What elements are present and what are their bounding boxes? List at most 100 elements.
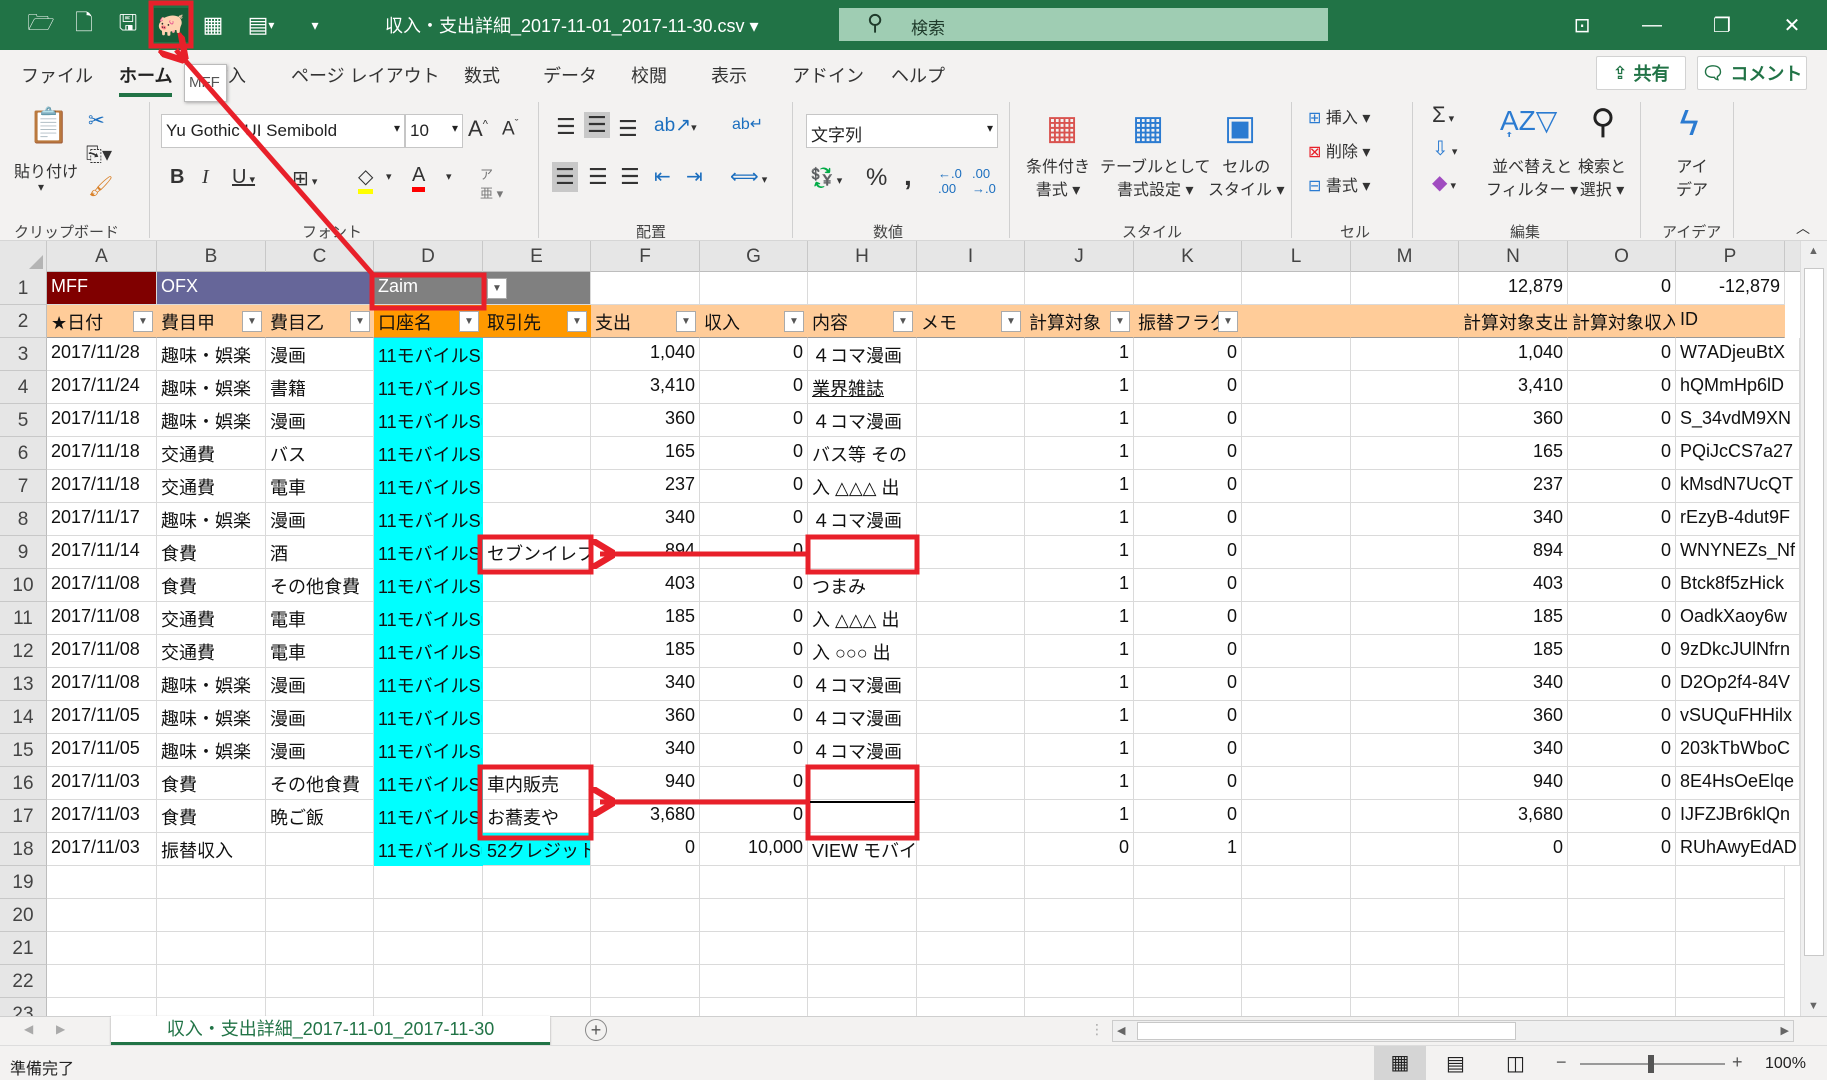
cell[interactable] xyxy=(1134,965,1242,998)
copy-icon[interactable]: ⎘▾ xyxy=(86,142,112,167)
scroll-right-icon[interactable]: ▶ xyxy=(1781,1024,1789,1037)
cell-L18[interactable] xyxy=(1242,833,1351,866)
cell-F17[interactable]: 3,680 xyxy=(591,800,700,833)
cell-K12[interactable]: 0 xyxy=(1134,635,1242,668)
cell[interactable] xyxy=(1351,965,1459,998)
cell[interactable] xyxy=(1351,899,1459,932)
cell-G17[interactable]: 0 xyxy=(700,800,808,833)
column-header-K[interactable]: K xyxy=(1134,241,1242,272)
cell[interactable] xyxy=(591,998,700,1016)
insert-cells-button[interactable]: ⊞ 挿入 ▾ xyxy=(1308,104,1370,128)
cell-K13[interactable]: 0 xyxy=(1134,668,1242,701)
cell-N8[interactable]: 340 xyxy=(1459,503,1568,536)
increase-indent-icon[interactable]: ⇥ xyxy=(686,164,703,189)
cell-P4[interactable]: hQMmHp6lD xyxy=(1676,371,1800,404)
header-N[interactable]: 計算対象支出 xyxy=(1459,305,1568,338)
cell[interactable] xyxy=(1134,866,1242,899)
filter-dropdown-button-D[interactable]: ▼ xyxy=(459,311,479,332)
cell-M9[interactable] xyxy=(1351,536,1459,569)
cell-I18[interactable] xyxy=(917,833,1025,866)
cell-O3[interactable]: 0 xyxy=(1568,338,1676,371)
cell-J10[interactable]: 1 xyxy=(1025,569,1134,602)
cell-G4[interactable]: 0 xyxy=(700,371,808,404)
zoom-slider-thumb[interactable] xyxy=(1648,1055,1654,1073)
cell-I3[interactable] xyxy=(917,338,1025,371)
cell[interactable] xyxy=(1242,965,1351,998)
row-header-21[interactable]: 21 xyxy=(0,932,47,965)
cell-N6[interactable]: 165 xyxy=(1459,437,1568,470)
cell-P8[interactable]: rEzyB-4dut9F xyxy=(1676,503,1800,536)
column-header-L[interactable]: L xyxy=(1242,241,1351,272)
cell-M12[interactable] xyxy=(1351,635,1459,668)
cell-P1[interactable]: -12,879 xyxy=(1676,272,1785,305)
cell-B5[interactable]: 趣味・娯楽 xyxy=(157,404,266,437)
cell-E3[interactable] xyxy=(483,338,591,371)
ideas-icon[interactable]: ϟ xyxy=(1666,102,1712,144)
cell-O14[interactable]: 0 xyxy=(1568,701,1676,734)
cell[interactable] xyxy=(1351,998,1459,1016)
conditional-format-button[interactable]: 条件付き 書式 ▾ xyxy=(1026,156,1090,202)
cell[interactable] xyxy=(700,965,808,998)
cell[interactable] xyxy=(700,866,808,899)
column-header-J[interactable]: J xyxy=(1025,241,1134,272)
cell-G3[interactable]: 0 xyxy=(700,338,808,371)
cell-H17[interactable] xyxy=(808,800,917,833)
cell-A18[interactable]: 2017/11/03 xyxy=(47,833,157,866)
cell-J4[interactable]: 1 xyxy=(1025,371,1134,404)
cell-O12[interactable]: 0 xyxy=(1568,635,1676,668)
cell-L13[interactable] xyxy=(1242,668,1351,701)
cell-A15[interactable]: 2017/11/05 xyxy=(47,734,157,767)
cell-N15[interactable]: 340 xyxy=(1459,734,1568,767)
cell-G6[interactable]: 0 xyxy=(700,437,808,470)
filter-dropdown-button-E1[interactable]: ▼ xyxy=(487,278,507,299)
cell[interactable] xyxy=(1242,932,1351,965)
cell-H4[interactable]: 業界雑誌 xyxy=(808,371,917,404)
paste-dropdown-icon[interactable]: ▾ xyxy=(38,180,44,194)
cell-E5[interactable] xyxy=(483,404,591,437)
cell-E12[interactable] xyxy=(483,635,591,668)
minimize-icon[interactable]: — xyxy=(1632,8,1672,42)
row-header-14[interactable]: 14 xyxy=(0,701,47,734)
row-header-8[interactable]: 8 xyxy=(0,503,47,536)
cell-K4[interactable]: 0 xyxy=(1134,371,1242,404)
cell-styles-button[interactable]: セルの スタイル ▾ xyxy=(1208,156,1285,202)
cell-P15[interactable]: 203kTbWboC xyxy=(1676,734,1800,767)
cell-K9[interactable]: 0 xyxy=(1134,536,1242,569)
cell[interactable] xyxy=(700,899,808,932)
cell-B8[interactable]: 趣味・娯楽 xyxy=(157,503,266,536)
conditional-format-icon[interactable]: ▦ xyxy=(1038,108,1086,148)
delete-cells-button[interactable]: ⊠ 削除 ▾ xyxy=(1308,138,1370,162)
column-header-A[interactable]: A xyxy=(47,241,157,272)
format-as-table-icon[interactable]: ▦ xyxy=(1124,108,1172,148)
cell[interactable] xyxy=(1351,866,1459,899)
cell-J5[interactable]: 1 xyxy=(1025,404,1134,437)
cell-D9[interactable]: 11モバイルSu xyxy=(374,536,483,569)
cell[interactable] xyxy=(1025,998,1134,1016)
cell-styles-icon[interactable]: ▣ xyxy=(1216,108,1264,148)
cell-P9[interactable]: WNYNEZs_Nf xyxy=(1676,536,1800,569)
horizontal-scroll-thumb[interactable] xyxy=(1137,1022,1516,1040)
cell[interactable] xyxy=(808,866,917,899)
zoom-level[interactable]: 100% xyxy=(1765,1055,1806,1073)
cell-P10[interactable]: Btck8f5zHick xyxy=(1676,569,1800,602)
cell-M15[interactable] xyxy=(1351,734,1459,767)
cell-J8[interactable]: 1 xyxy=(1025,503,1134,536)
cell[interactable] xyxy=(1025,899,1134,932)
cell-O6[interactable]: 0 xyxy=(1568,437,1676,470)
cell[interactable] xyxy=(1676,932,1785,965)
row-header-11[interactable]: 11 xyxy=(0,602,47,635)
cell-K18[interactable]: 1 xyxy=(1134,833,1242,866)
cell-H9[interactable] xyxy=(808,536,917,569)
cell-P7[interactable]: kMsdN7UcQT xyxy=(1676,470,1800,503)
cell-A11[interactable]: 2017/11/08 xyxy=(47,602,157,635)
cell-G8[interactable]: 0 xyxy=(700,503,808,536)
filter-dropdown-button-J[interactable]: ▼ xyxy=(1110,311,1130,332)
align-left-icon[interactable]: ☰ xyxy=(552,162,578,192)
cell-L11[interactable] xyxy=(1242,602,1351,635)
cell-L17[interactable] xyxy=(1242,800,1351,833)
cell-J18[interactable]: 0 xyxy=(1025,833,1134,866)
cell-M11[interactable] xyxy=(1351,602,1459,635)
cell-K15[interactable]: 0 xyxy=(1134,734,1242,767)
normal-view-icon[interactable]: ▦ xyxy=(1374,1046,1426,1080)
cell-E16[interactable]: 車内販売 xyxy=(483,767,591,800)
